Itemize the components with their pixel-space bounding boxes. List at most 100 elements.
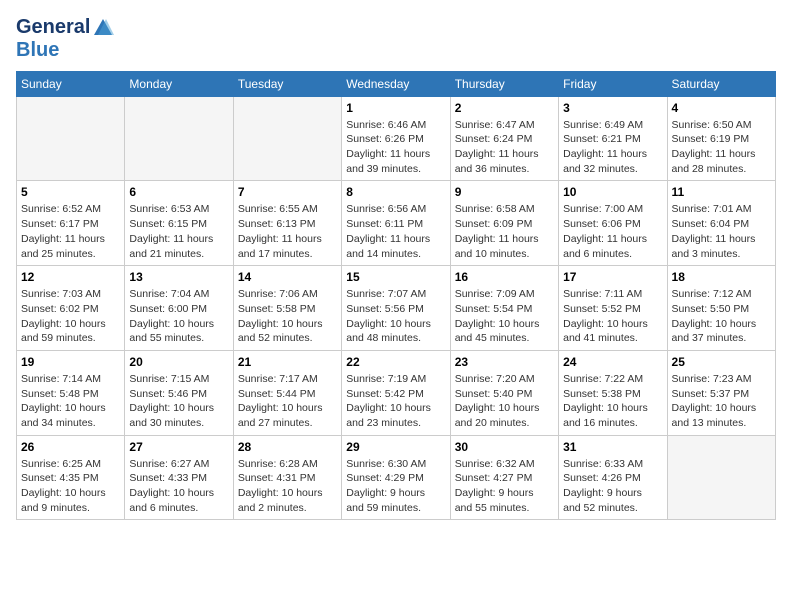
day-cell-31: 31 Sunrise: 6:33 AMSunset: 4:26 PMDayligh…	[559, 435, 667, 520]
day-cell-20: 20 Sunrise: 7:15 AMSunset: 5:46 PMDayligh…	[125, 350, 233, 435]
day-cell-8: 8 Sunrise: 6:56 AMSunset: 6:11 PMDaylight…	[342, 181, 450, 266]
day-number: 11	[672, 185, 771, 199]
day-info: Sunrise: 7:20 AMSunset: 5:40 PMDaylight:…	[455, 372, 554, 431]
day-info: Sunrise: 6:33 AMSunset: 4:26 PMDaylight:…	[563, 457, 662, 516]
day-number: 29	[346, 440, 445, 454]
day-number: 30	[455, 440, 554, 454]
day-cell-empty	[233, 96, 341, 181]
day-info: Sunrise: 7:23 AMSunset: 5:37 PMDaylight:…	[672, 372, 771, 431]
day-number: 25	[672, 355, 771, 369]
day-cell-30: 30 Sunrise: 6:32 AMSunset: 4:27 PMDayligh…	[450, 435, 558, 520]
day-info: Sunrise: 6:50 AMSunset: 6:19 PMDaylight:…	[672, 118, 771, 177]
day-cell-16: 16 Sunrise: 7:09 AMSunset: 5:54 PMDayligh…	[450, 266, 558, 351]
calendar-table: SundayMondayTuesdayWednesdayThursdayFrid…	[16, 71, 776, 521]
day-info: Sunrise: 6:49 AMSunset: 6:21 PMDaylight:…	[563, 118, 662, 177]
week-row-2: 5 Sunrise: 6:52 AMSunset: 6:17 PMDaylight…	[17, 181, 776, 266]
day-number: 18	[672, 270, 771, 284]
day-number: 8	[346, 185, 445, 199]
day-cell-empty	[17, 96, 125, 181]
day-number: 22	[346, 355, 445, 369]
day-number: 27	[129, 440, 228, 454]
day-info: Sunrise: 6:25 AMSunset: 4:35 PMDaylight:…	[21, 457, 120, 516]
day-info: Sunrise: 6:30 AMSunset: 4:29 PMDaylight:…	[346, 457, 445, 516]
day-cell-10: 10 Sunrise: 7:00 AMSunset: 6:06 PMDayligh…	[559, 181, 667, 266]
day-number: 24	[563, 355, 662, 369]
day-number: 12	[21, 270, 120, 284]
day-number: 31	[563, 440, 662, 454]
day-number: 3	[563, 101, 662, 115]
day-cell-1: 1 Sunrise: 6:46 AMSunset: 6:26 PMDaylight…	[342, 96, 450, 181]
day-number: 6	[129, 185, 228, 199]
day-info: Sunrise: 6:53 AMSunset: 6:15 PMDaylight:…	[129, 202, 228, 261]
day-info: Sunrise: 7:11 AMSunset: 5:52 PMDaylight:…	[563, 287, 662, 346]
day-info: Sunrise: 7:17 AMSunset: 5:44 PMDaylight:…	[238, 372, 337, 431]
day-info: Sunrise: 6:56 AMSunset: 6:11 PMDaylight:…	[346, 202, 445, 261]
day-cell-9: 9 Sunrise: 6:58 AMSunset: 6:09 PMDaylight…	[450, 181, 558, 266]
day-cell-11: 11Sunrise: 7:01 AMSunset: 6:04 PMDayligh…	[667, 181, 775, 266]
day-cell-23: 23 Sunrise: 7:20 AMSunset: 5:40 PMDayligh…	[450, 350, 558, 435]
col-header-tuesday: Tuesday	[233, 71, 341, 96]
day-cell-5: 5 Sunrise: 6:52 AMSunset: 6:17 PMDaylight…	[17, 181, 125, 266]
day-info: Sunrise: 7:22 AMSunset: 5:38 PMDaylight:…	[563, 372, 662, 431]
day-cell-29: 29 Sunrise: 6:30 AMSunset: 4:29 PMDayligh…	[342, 435, 450, 520]
day-number: 19	[21, 355, 120, 369]
day-info: Sunrise: 7:15 AMSunset: 5:46 PMDaylight:…	[129, 372, 228, 431]
col-header-sunday: Sunday	[17, 71, 125, 96]
day-cell-2: 2Sunrise: 6:47 AMSunset: 6:24 PMDaylight…	[450, 96, 558, 181]
day-cell-25: 25 Sunrise: 7:23 AMSunset: 5:37 PMDayligh…	[667, 350, 775, 435]
week-row-4: 19Sunrise: 7:14 AMSunset: 5:48 PMDayligh…	[17, 350, 776, 435]
day-cell-21: 21 Sunrise: 7:17 AMSunset: 5:44 PMDayligh…	[233, 350, 341, 435]
day-cell-14: 14 Sunrise: 7:06 AMSunset: 5:58 PMDayligh…	[233, 266, 341, 351]
day-cell-24: 24 Sunrise: 7:22 AMSunset: 5:38 PMDayligh…	[559, 350, 667, 435]
day-number: 1	[346, 101, 445, 115]
day-number: 4	[672, 101, 771, 115]
day-cell-18: 18 Sunrise: 7:12 AMSunset: 5:50 PMDayligh…	[667, 266, 775, 351]
day-cell-15: 15 Sunrise: 7:07 AMSunset: 5:56 PMDayligh…	[342, 266, 450, 351]
logo-text: General	[16, 16, 114, 39]
day-number: 21	[238, 355, 337, 369]
day-number: 13	[129, 270, 228, 284]
day-info: Sunrise: 6:46 AMSunset: 6:26 PMDaylight:…	[346, 118, 445, 177]
day-cell-17: 17 Sunrise: 7:11 AMSunset: 5:52 PMDayligh…	[559, 266, 667, 351]
day-cell-empty	[667, 435, 775, 520]
day-info: Sunrise: 6:52 AMSunset: 6:17 PMDaylight:…	[21, 202, 120, 261]
logo: General Blue	[16, 16, 114, 61]
day-number: 14	[238, 270, 337, 284]
day-cell-3: 3 Sunrise: 6:49 AMSunset: 6:21 PMDaylight…	[559, 96, 667, 181]
day-number: 23	[455, 355, 554, 369]
day-number: 9	[455, 185, 554, 199]
day-cell-28: 28Sunrise: 6:28 AMSunset: 4:31 PMDayligh…	[233, 435, 341, 520]
day-info: Sunrise: 6:47 AMSunset: 6:24 PMDaylight:…	[455, 118, 554, 177]
week-row-1: 1 Sunrise: 6:46 AMSunset: 6:26 PMDaylight…	[17, 96, 776, 181]
week-row-3: 12Sunrise: 7:03 AMSunset: 6:02 PMDayligh…	[17, 266, 776, 351]
day-number: 7	[238, 185, 337, 199]
day-cell-12: 12Sunrise: 7:03 AMSunset: 6:02 PMDayligh…	[17, 266, 125, 351]
day-info: Sunrise: 6:28 AMSunset: 4:31 PMDaylight:…	[238, 457, 337, 516]
day-cell-6: 6 Sunrise: 6:53 AMSunset: 6:15 PMDaylight…	[125, 181, 233, 266]
day-info: Sunrise: 6:32 AMSunset: 4:27 PMDaylight:…	[455, 457, 554, 516]
col-header-saturday: Saturday	[667, 71, 775, 96]
day-info: Sunrise: 7:06 AMSunset: 5:58 PMDaylight:…	[238, 287, 337, 346]
page-header: General Blue	[16, 16, 776, 61]
day-number: 26	[21, 440, 120, 454]
day-info: Sunrise: 7:00 AMSunset: 6:06 PMDaylight:…	[563, 202, 662, 261]
day-number: 16	[455, 270, 554, 284]
day-cell-7: 7 Sunrise: 6:55 AMSunset: 6:13 PMDaylight…	[233, 181, 341, 266]
day-number: 5	[21, 185, 120, 199]
col-header-thursday: Thursday	[450, 71, 558, 96]
day-number: 10	[563, 185, 662, 199]
week-row-5: 26 Sunrise: 6:25 AMSunset: 4:35 PMDayligh…	[17, 435, 776, 520]
day-cell-19: 19Sunrise: 7:14 AMSunset: 5:48 PMDayligh…	[17, 350, 125, 435]
day-cell-empty	[125, 96, 233, 181]
day-number: 15	[346, 270, 445, 284]
day-info: Sunrise: 7:07 AMSunset: 5:56 PMDaylight:…	[346, 287, 445, 346]
col-header-friday: Friday	[559, 71, 667, 96]
day-number: 17	[563, 270, 662, 284]
day-cell-27: 27Sunrise: 6:27 AMSunset: 4:33 PMDayligh…	[125, 435, 233, 520]
day-info: Sunrise: 7:09 AMSunset: 5:54 PMDaylight:…	[455, 287, 554, 346]
day-info: Sunrise: 6:55 AMSunset: 6:13 PMDaylight:…	[238, 202, 337, 261]
day-info: Sunrise: 6:58 AMSunset: 6:09 PMDaylight:…	[455, 202, 554, 261]
day-info: Sunrise: 7:12 AMSunset: 5:50 PMDaylight:…	[672, 287, 771, 346]
day-number: 20	[129, 355, 228, 369]
day-info: Sunrise: 7:04 AMSunset: 6:00 PMDaylight:…	[129, 287, 228, 346]
